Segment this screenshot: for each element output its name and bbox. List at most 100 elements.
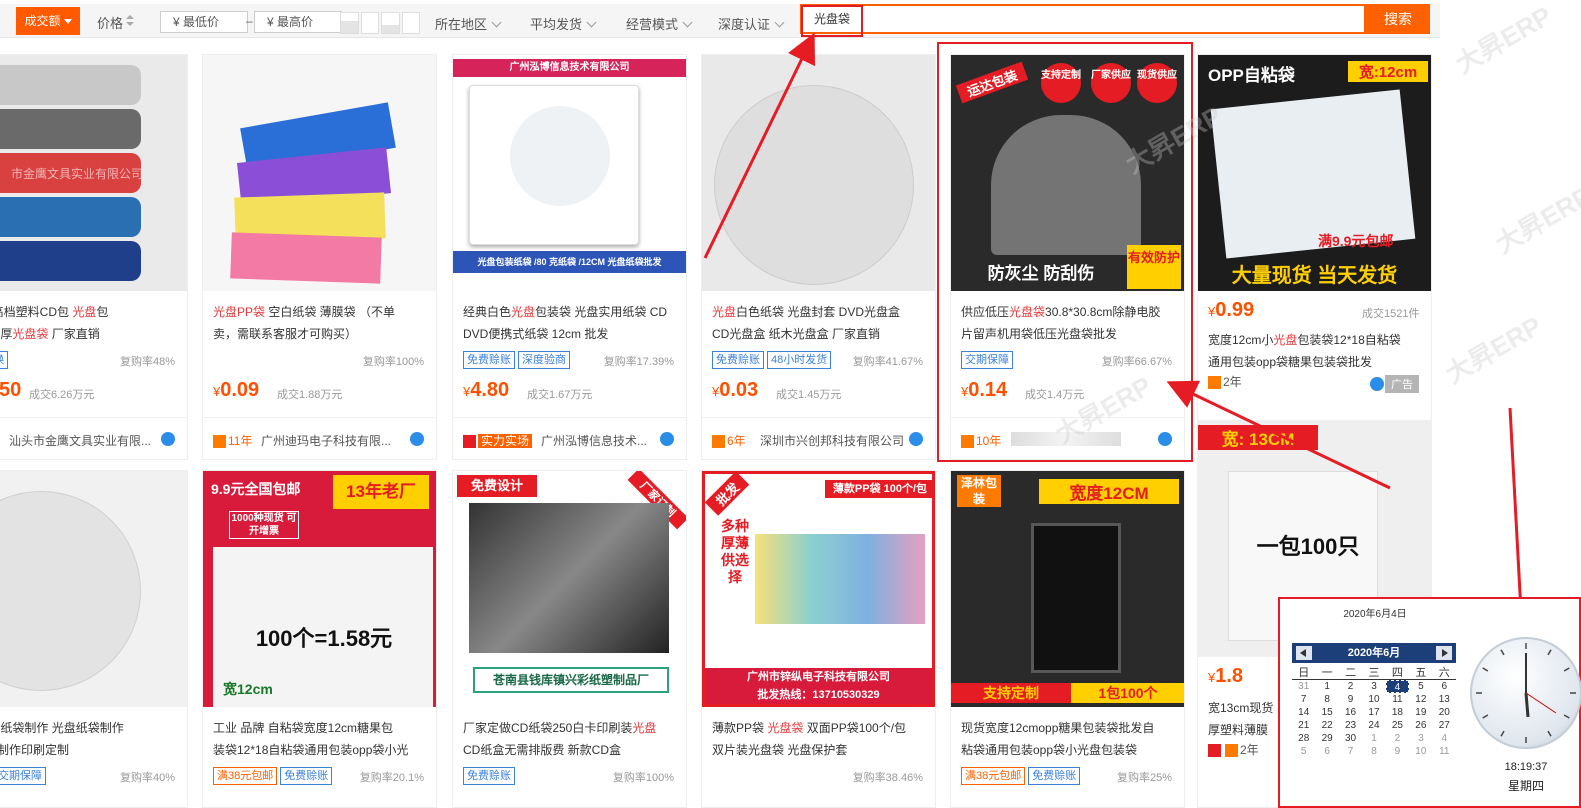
wangwang-chat-icon[interactable] <box>1370 377 1384 391</box>
product-title[interactable]: 光盘PP袋 空白纸袋 薄膜袋 （不单 卖，需联系客服才可购买） <box>213 301 428 345</box>
product-image[interactable] <box>203 55 436 291</box>
calendar-day[interactable]: 20 <box>1433 706 1456 719</box>
product-image[interactable] <box>702 55 935 291</box>
product-image[interactable]: 广州泓博信息技术有限公司 光盘包装纸袋 /80 克纸袋 /12CM 光盘纸袋批发 <box>453 55 686 291</box>
calendar-day[interactable]: 14 <box>1292 706 1315 719</box>
calendar-day[interactable]: 3 <box>1362 680 1385 693</box>
calendar-day[interactable]: 17 <box>1362 706 1385 719</box>
image-promo: 满9.9元包邮 <box>1318 233 1394 249</box>
calendar-day[interactable]: 2 <box>1386 732 1409 745</box>
calendar-day[interactable]: 11 <box>1386 693 1409 706</box>
product-image[interactable]: 泽林包装 宽度12CM 支持定制 1包100个 <box>951 471 1184 707</box>
product-card[interactable]: 市金鹰文具实业有限公司 0片装高档塑料CD包 光盘包片包 加厚光盘袋 厂家直销 7天… <box>0 54 188 460</box>
product-image[interactable]: 免费设计 厂家订制 苍南县钱库镇兴彩纸塑制品厂 <box>453 471 686 707</box>
shop-info[interactable]: 6年 深圳市兴创邦科技有限公司 <box>702 417 935 459</box>
calendar-day[interactable]: 19 <box>1409 706 1432 719</box>
calendar-day[interactable]: 6 <box>1315 745 1338 758</box>
weekday-header: 日 <box>1292 667 1316 680</box>
sort-by-turnover-button[interactable]: 成交额 <box>16 7 80 35</box>
location-dropdown[interactable]: 所在地区 <box>435 14 502 33</box>
calendar-day[interactable]: 9 <box>1339 693 1362 706</box>
product-title[interactable]: 经典白色光盘包装袋 光盘实用纸袋 CD DVD便携式纸袋 12cm 批发 <box>463 301 678 345</box>
sort-updown-icon[interactable] <box>126 15 134 27</box>
calendar-day[interactable]: 24 <box>1362 719 1385 732</box>
search-button[interactable]: 搜索 <box>1366 4 1430 34</box>
product-card[interactable]: 光盘白色纸袋 光盘封套 DVD光盘盒 CD光盘盒 纸木光盘盒 厂家直销 免费赊账 48… <box>701 54 936 460</box>
shop-info[interactable]: 11年 广州迪玛电子科技有限... <box>203 417 436 459</box>
calendar-day[interactable]: 13 <box>1433 693 1456 706</box>
calendar-day[interactable]: 12 <box>1409 693 1432 706</box>
product-card[interactable]: 广州泓博信息技术有限公司 光盘包装纸袋 /80 克纸袋 /12CM 光盘纸袋批发经… <box>452 54 687 460</box>
product-card[interactable]: 袋 光盘纸袋制作 光盘纸袋制作盘纸袋制作印刷定制包换交期保障 复购率40% <box>0 470 188 808</box>
product-card[interactable]: 批发 薄款PP袋 100个/包 多种厚薄供选择 广州市锌纵电子科技有限公司 批发热线：1… <box>701 470 936 808</box>
calendar-day[interactable]: 4 <box>1385 680 1410 693</box>
calendar-day[interactable]: 1 <box>1362 732 1385 745</box>
shop-info[interactable]: 实力实场 广州泓博信息技术... <box>453 417 686 459</box>
product-image[interactable] <box>0 471 187 707</box>
price-sort-label[interactable]: 价格 <box>97 13 123 32</box>
business-model-dropdown[interactable]: 经营模式 <box>626 14 693 33</box>
product-card[interactable]: 免费设计 厂家订制 苍南县钱库镇兴彩纸塑制品厂厂家定做CD纸袋250白卡印刷装光盘 C… <box>452 470 687 808</box>
calendar-day[interactable]: 8 <box>1315 693 1338 706</box>
max-price-input[interactable]: ¥ 最高价 <box>254 11 342 33</box>
calendar-day[interactable]: 5 <box>1409 680 1432 693</box>
calendar-day[interactable]: 3 <box>1409 732 1432 745</box>
shop-name[interactable]: 广州迪玛电子科技有限... <box>261 432 411 449</box>
prev-month-icon[interactable] <box>1296 646 1312 660</box>
calendar-day[interactable]: 18 <box>1386 706 1409 719</box>
calendar-day[interactable]: 5 <box>1292 745 1315 758</box>
product-title[interactable]: 袋 光盘纸袋制作 光盘纸袋制作盘纸袋制作印刷定制 <box>0 717 179 761</box>
calendar-day[interactable]: 10 <box>1362 693 1385 706</box>
product-image[interactable]: 批发 薄款PP袋 100个/包 多种厚薄供选择 广州市锌纵电子科技有限公司 批发热线：1… <box>702 471 935 707</box>
calendar-day[interactable]: 8 <box>1362 745 1385 758</box>
calendar-day[interactable]: 4 <box>1433 732 1456 745</box>
calendar-day[interactable]: 30 <box>1339 732 1362 745</box>
calendar-day[interactable]: 16 <box>1339 706 1362 719</box>
product-card[interactable]: 光盘PP袋 空白纸袋 薄膜袋 （不单 卖，需联系客服才可购买） 复购率100% ¥0.… <box>202 54 437 460</box>
search-input[interactable]: 光盘袋 <box>800 4 1366 34</box>
calendar-day[interactable]: 6 <box>1433 680 1456 693</box>
product-title[interactable]: 工业 品牌 自粘袋宽度12cm糖果包 装袋12*18自粘袋通用包装opp袋小光 <box>213 717 428 761</box>
calendar-day[interactable]: 27 <box>1433 719 1456 732</box>
calendar-day[interactable]: 11 <box>1433 745 1456 758</box>
calendar-day[interactable]: 15 <box>1315 706 1338 719</box>
product-title[interactable]: 薄款PP袋 光盘袋 双面PP袋100个/包 双片装光盘袋 光盘保护套 <box>712 717 927 761</box>
product-title[interactable]: 0片装高档塑料CD包 光盘包片包 加厚光盘袋 厂家直销 <box>0 301 179 345</box>
calendar-day[interactable]: 26 <box>1409 719 1432 732</box>
calendar-day[interactable]: 1 <box>1315 680 1338 693</box>
shop-name[interactable]: 深圳市兴创邦科技有限公司 <box>760 432 910 449</box>
product-card[interactable]: 泽林包装 宽度12CM 支持定制 1包100个现货宽度12cmopp糖果包装袋批发自粘… <box>950 470 1185 808</box>
product-image[interactable]: 市金鹰文具实业有限公司 <box>0 55 187 291</box>
product-image[interactable]: 9.9元全国包邮 13年老厂 1000种现货 可开增票 100个=1.58元 宽12cm <box>203 471 436 707</box>
certification-dropdown[interactable]: 深度认证 <box>718 14 785 33</box>
shop-info[interactable]: 汕头市金鹰文具实业有限... <box>0 417 187 459</box>
calendar-day[interactable]: 21 <box>1292 719 1315 732</box>
min-price-input[interactable]: ¥ 最低价 <box>160 11 248 33</box>
wangwang-chat-icon[interactable] <box>660 432 674 446</box>
product-title[interactable]: 现货宽度12cmopp糖果包装袋批发自 粘袋通用包装opp袋小光盘包装袋 <box>961 717 1176 761</box>
calendar-day[interactable]: 29 <box>1315 732 1338 745</box>
calendar-day[interactable]: 7 <box>1339 745 1362 758</box>
shipping-dropdown[interactable]: 平均发货 <box>530 14 597 33</box>
product-image[interactable]: OPP自粘袋 宽:12cm 满9.9元包邮 大量现货 当天发货 <box>1198 55 1431 291</box>
next-month-icon[interactable] <box>1436 646 1452 660</box>
wangwang-chat-icon[interactable] <box>161 432 175 446</box>
calendar-day[interactable]: 9 <box>1386 745 1409 758</box>
product-title[interactable]: 厂家定做CD纸袋250白卡印刷装光盘 CD纸盒无需排版费 新款CD盒 <box>463 717 678 761</box>
calendar-day[interactable]: 25 <box>1386 719 1409 732</box>
calendar-day[interactable]: 2 <box>1339 680 1362 693</box>
product-title[interactable]: 宽度12cm小光盘包装袋12*18自粘袋 通用包装opp袋糖果包装袋批发 <box>1208 329 1423 373</box>
product-card[interactable]: 9.9元全国包邮 13年老厂 1000种现货 可开增票 100个=1.58元 宽12cm… <box>202 470 437 808</box>
calendar-day[interactable]: 31 <box>1292 680 1315 693</box>
wangwang-chat-icon[interactable] <box>909 432 923 446</box>
calendar-day[interactable]: 28 <box>1292 732 1315 745</box>
calendar-day[interactable]: 7 <box>1292 693 1315 706</box>
wangwang-chat-icon[interactable] <box>410 432 424 446</box>
product-card[interactable]: OPP自粘袋 宽:12cm 满9.9元包邮 大量现货 当天发货宽度12cm小光盘包装袋… <box>1197 54 1432 460</box>
calendar-day[interactable]: 22 <box>1315 719 1338 732</box>
calendar-day[interactable]: 23 <box>1339 719 1362 732</box>
price-range-chart[interactable] <box>340 12 420 34</box>
calendar-day[interactable]: 10 <box>1409 745 1432 758</box>
shop-name[interactable]: 汕头市金鹰文具实业有限... <box>9 432 159 449</box>
product-title[interactable]: 光盘白色纸袋 光盘封套 DVD光盘盒 CD光盘盒 纸木光盘盒 厂家直销 <box>712 301 927 345</box>
